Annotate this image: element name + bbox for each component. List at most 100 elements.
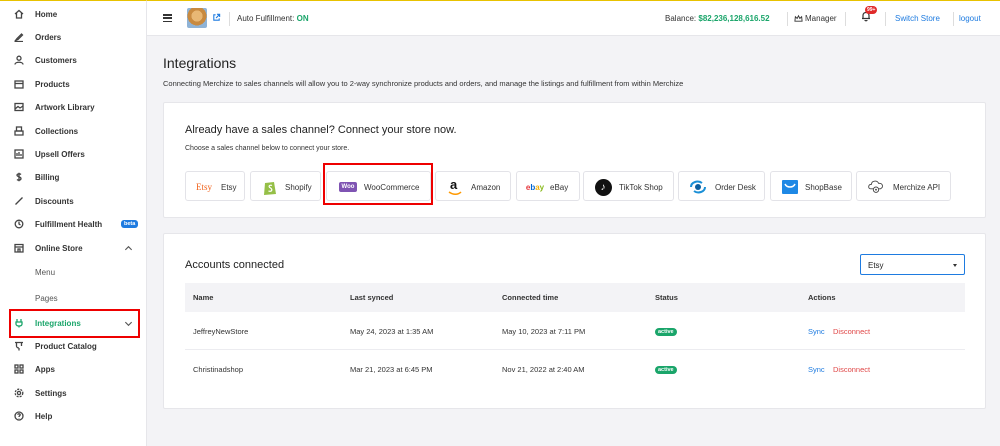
sidebar-item-label: Settings (35, 388, 67, 398)
page-description: Connecting Merchize to sales channels wi… (163, 79, 684, 88)
table-row: JeffreyNewStore May 24, 2023 at 1:35 AM … (185, 312, 965, 350)
disconnect-button[interactable]: Disconnect (833, 365, 870, 374)
channel-filter-select[interactable]: Etsy (860, 254, 965, 275)
divider (787, 12, 788, 26)
sidebar-item-label: Online Store (35, 243, 83, 253)
channel-label: Etsy (221, 183, 237, 192)
sidebar-item-products[interactable]: Products (0, 74, 147, 94)
channel-amazon[interactable]: a Amazon (435, 171, 511, 201)
avatar[interactable] (187, 8, 207, 28)
column-header-status: Status (655, 293, 678, 302)
channel-label: Merchize API (893, 183, 941, 192)
sidebar-item-product-catalog[interactable]: Product Catalog (0, 336, 147, 356)
channel-shopbase[interactable]: ShopBase (770, 171, 852, 201)
chevron-down-icon[interactable] (124, 319, 133, 328)
channel-label: TikTok Shop (619, 183, 663, 192)
caret-down-icon (953, 264, 957, 267)
manager-menu[interactable]: Manager (794, 14, 837, 23)
sidebar-item-discounts[interactable]: Discounts (0, 191, 147, 211)
connect-heading: Already have a sales channel? Connect yo… (185, 124, 457, 136)
home-icon (13, 8, 25, 20)
sidebar-item-label: Integrations (35, 318, 81, 328)
column-header-last-synced: Last synced (350, 293, 394, 302)
table-header: Name Last synced Connected time Status A… (185, 283, 965, 312)
logout-link[interactable]: logout (959, 14, 981, 23)
channel-etsy[interactable]: Etsy Etsy (185, 171, 245, 201)
sidebar-item-label: Help (35, 411, 53, 421)
sidebar-item-label: Orders (35, 32, 62, 42)
sidebar-item-billing[interactable]: Billing (0, 167, 147, 187)
sidebar-item-label: Collections (35, 126, 79, 136)
crown-icon (794, 14, 803, 22)
sync-button[interactable]: Sync (808, 327, 825, 336)
sidebar-item-apps[interactable]: Apps (0, 359, 147, 379)
sidebar-item-label: Pages (35, 293, 58, 303)
sidebar-item-upsell-offers[interactable]: Upsell Offers (0, 144, 147, 164)
channel-tiktok-shop[interactable]: ♪ TikTok Shop (583, 171, 674, 201)
ebay-logo: ebay (525, 182, 545, 192)
beta-badge: beta (121, 220, 139, 228)
account-name: JeffreyNewStore (193, 327, 249, 336)
topbar: Auto Fulfillment: ON Balance: $82,236,12… (147, 0, 1000, 36)
sync-button[interactable]: Sync (808, 365, 825, 374)
auto-fulfillment-value: ON (296, 14, 309, 23)
sidebar-item-label: Apps (35, 364, 55, 374)
channel-label: Order Desk (715, 183, 756, 192)
sidebar-item-label: Discounts (35, 196, 74, 206)
switch-store-link[interactable]: Switch Store (895, 14, 940, 23)
sidebar-item-label: Artwork Library (35, 102, 95, 112)
column-header-name: Name (193, 293, 214, 302)
sidebar-item-customers[interactable]: Customers (0, 50, 147, 70)
disconnect-button[interactable]: Disconnect (833, 327, 870, 336)
store-icon (13, 242, 25, 254)
auto-fulfillment-label: Auto Fulfillment: (237, 14, 295, 23)
collections-icon (13, 125, 25, 137)
channel-merchize-api[interactable]: Merchize API (856, 171, 951, 201)
balance-label: Balance: (665, 14, 697, 23)
apps-icon (13, 363, 25, 375)
notification-badge: 99+ (865, 6, 878, 14)
sidebar-item-menu[interactable]: Menu (0, 262, 147, 282)
sidebar-item-label: Billing (35, 172, 60, 182)
connect-subheading: Choose a sales channel below to connect … (185, 145, 350, 152)
divider (229, 12, 230, 26)
channel-woocommerce[interactable]: Woo WooCommerce (326, 171, 431, 201)
chevron-up-icon[interactable] (124, 244, 133, 253)
sidebar-item-online-store[interactable]: Online Store (0, 238, 147, 258)
etsy-logo: Etsy (195, 182, 212, 192)
auto-fulfillment-status: Auto Fulfillment: ON (237, 14, 309, 23)
balance: Balance: $82,236,128,616.52 (665, 14, 770, 23)
sidebar-item-integrations[interactable]: Integrations (0, 313, 147, 333)
sidebar-item-fulfillment-health[interactable]: Fulfillment Health beta (0, 214, 147, 234)
sidebar-item-settings[interactable]: Settings (0, 383, 147, 403)
accounts-connected-card: Accounts connected Etsy Name Last synced… (163, 233, 986, 409)
connect-store-card: Already have a sales channel? Connect yo… (163, 102, 986, 218)
page-title: Integrations (163, 55, 237, 71)
help-icon (13, 410, 25, 422)
connected-time: Nov 21, 2022 at 2:40 AM (502, 365, 585, 374)
channel-shopify[interactable]: Shopify (250, 171, 321, 201)
channel-ebay[interactable]: ebay eBay (516, 171, 580, 201)
integrations-icon (13, 317, 25, 329)
gear-icon (13, 387, 25, 399)
hamburger-menu-icon[interactable] (163, 14, 172, 22)
sidebar-item-orders[interactable]: Orders (0, 27, 147, 47)
sidebar-item-artwork-library[interactable]: Artwork Library (0, 97, 147, 117)
sidebar-item-help[interactable]: Help (0, 406, 147, 426)
sidebar-item-label: Product Catalog (35, 341, 97, 351)
sidebar-item-label: Upsell Offers (35, 149, 85, 159)
sidebar: Home Orders Customers Products Artwork L… (0, 0, 147, 446)
sidebar-item-collections[interactable]: Collections (0, 121, 147, 141)
sidebar-item-pages[interactable]: Pages (0, 288, 147, 308)
external-link-icon[interactable] (212, 13, 221, 22)
balance-value: $82,236,128,616.52 (698, 14, 770, 23)
channel-order-desk[interactable]: Order Desk (678, 171, 765, 201)
upsell-icon (13, 148, 25, 160)
sidebar-item-label: Home (35, 9, 58, 19)
svg-text:a: a (450, 178, 458, 192)
table-row: Christinadshop Mar 21, 2023 at 6:45 PM N… (185, 350, 965, 388)
account-name: Christinadshop (193, 365, 244, 374)
accounts-heading: Accounts connected (185, 259, 285, 271)
sidebar-item-home[interactable]: Home (0, 4, 147, 24)
channel-label: Amazon (471, 183, 501, 192)
